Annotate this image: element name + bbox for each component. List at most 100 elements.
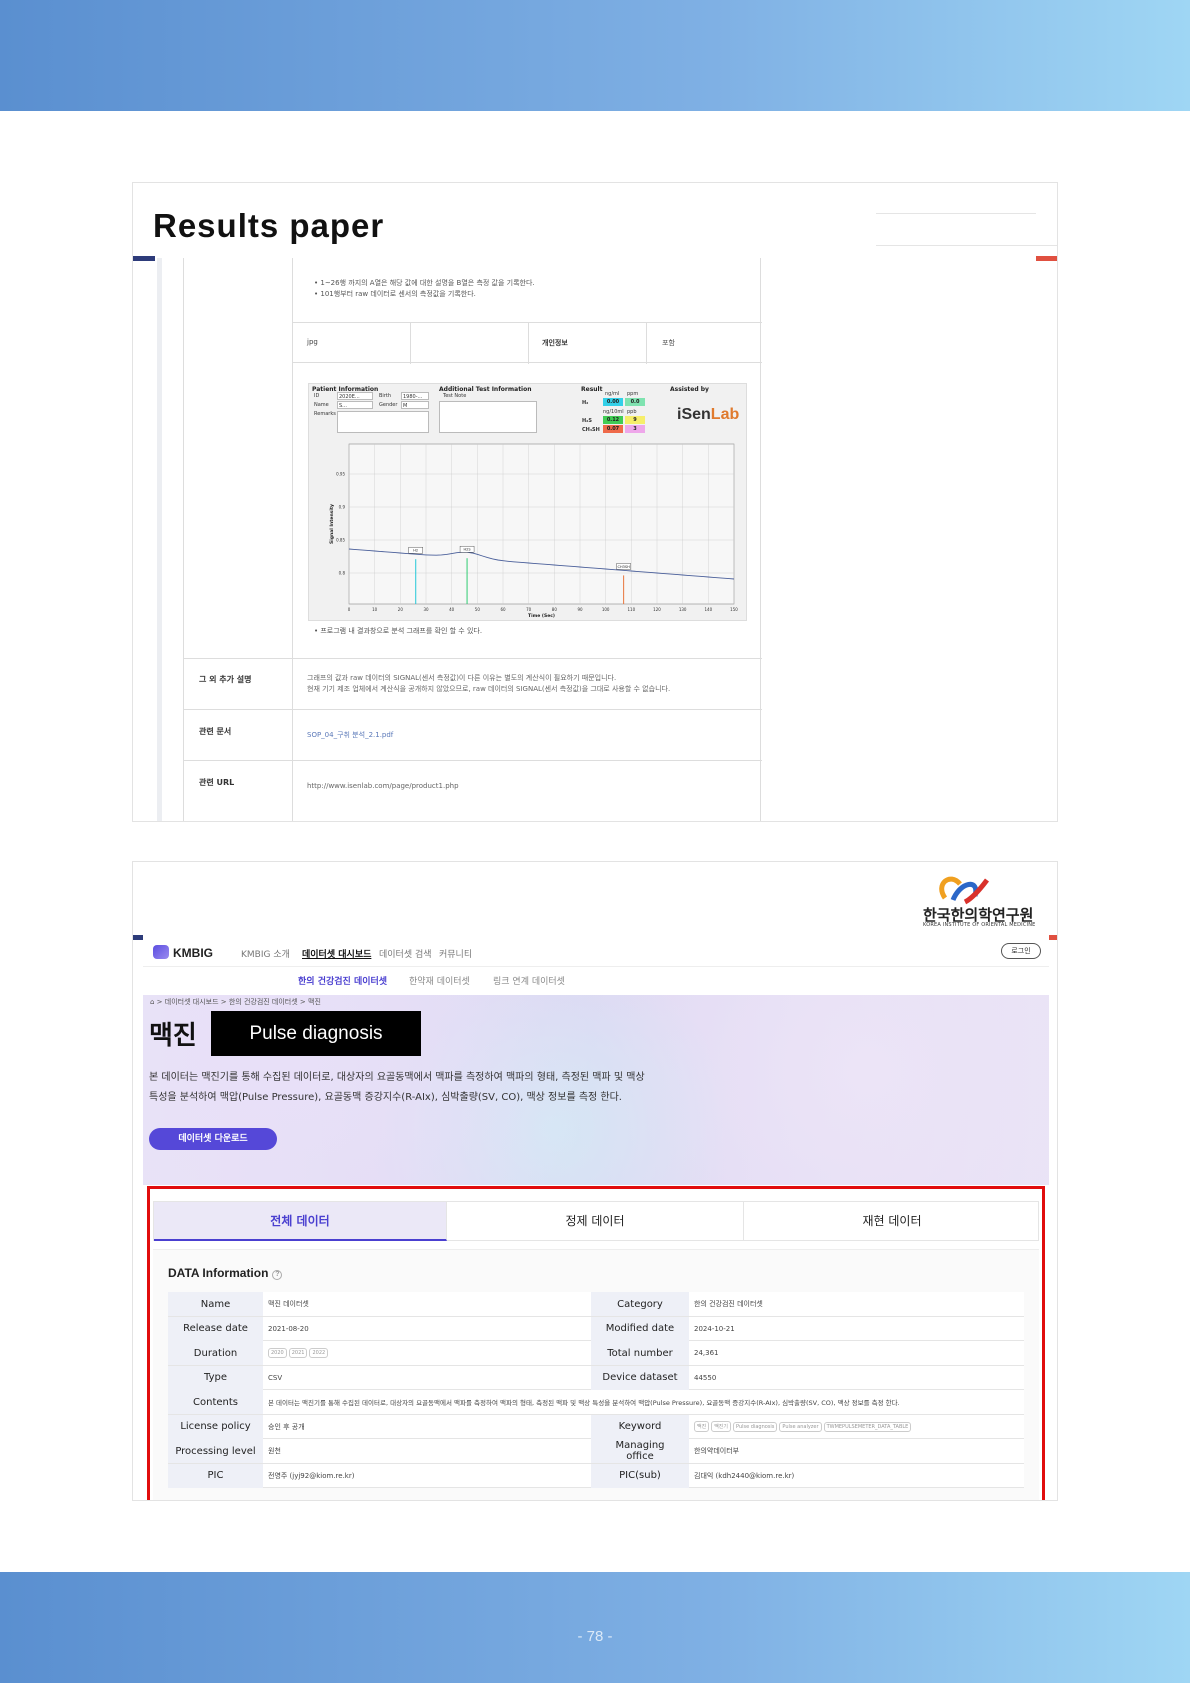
keyword-chip[interactable]: Pulse analyzer — [779, 1421, 822, 1432]
h2-value: 0.00 — [603, 398, 623, 406]
nav-item-search[interactable]: 데이터셋 검색 — [379, 947, 432, 960]
dataset-download-button[interactable]: 데이터셋 다운로드 — [149, 1128, 277, 1150]
tick-mark — [133, 256, 155, 261]
x-tick-label: 100 — [602, 607, 610, 612]
tab-refined-data[interactable]: 정제 데이터 — [447, 1202, 744, 1241]
duration-chip: 2021 — [288, 1348, 308, 1358]
keyword-chip[interactable]: 맥진 — [694, 1421, 710, 1432]
x-tick-label: 130 — [679, 607, 687, 612]
y-axis-label: Signal Intensity — [329, 504, 335, 544]
deco-line — [876, 245, 1057, 246]
table-row: Processing level 원천 Managing office 한의약데… — [168, 1439, 1024, 1464]
breadcrumb-path[interactable]: 데이터셋 대시보드 > 한의 건강검진 데이터셋 > 맥진 — [165, 998, 321, 1006]
dataset-description: 본 데이터는 맥진기를 통해 수집된 데이터로, 대상자의 요골동맥에서 맥파를… — [149, 1072, 645, 1103]
remarks-label: Remarks — [314, 411, 336, 417]
x-tick-label: 40 — [449, 607, 455, 612]
birth-label: Birth — [379, 393, 392, 399]
file-info-row: jpg 개인정보 포함 — [292, 322, 762, 364]
data-information-table: Name 맥진 데이터셋 Category 한의 건강검진 데이터셋 Relea… — [168, 1292, 1024, 1488]
x-tick-label: 110 — [628, 607, 636, 612]
subnav-linked[interactable]: 링크 연계 데이터셋 — [493, 974, 565, 987]
keyword-chip[interactable]: 맥진기 — [711, 1421, 732, 1432]
keyword-chip[interactable]: TWMEPULSEMETER_DATA_TABLE — [823, 1421, 912, 1432]
related-document-label: 관련 문서 — [199, 727, 232, 736]
plot-area — [348, 443, 735, 605]
test-note-box — [439, 401, 537, 433]
x-tick-label: 0 — [348, 607, 351, 612]
x-tick-label: 150 — [730, 607, 738, 612]
gender-label: Gender — [379, 402, 398, 408]
tab-all-data[interactable]: 전체 데이터 — [154, 1202, 447, 1241]
unit-label: ng/ml — [605, 391, 620, 397]
tick-mark — [1036, 256, 1057, 261]
kiom-name-english: KOREA INSTITUTE OF ORIENTAL MEDICINE — [923, 922, 1036, 928]
x-tick-label: 80 — [552, 607, 558, 612]
ch3sh-ppb: 3 — [625, 425, 645, 433]
h2-ppm: 0.0 — [625, 398, 645, 406]
subnav-herbal[interactable]: 한약재 데이터셋 — [409, 974, 470, 987]
personal-info-value: 포함 — [662, 339, 675, 347]
tick-mark — [1049, 935, 1057, 940]
related-url-link[interactable]: http://www.isenlab.com/page/product1.php — [307, 781, 459, 792]
data-tabs: 전체 데이터 정제 데이터 재현 데이터 — [153, 1201, 1039, 1241]
extra-description-label: 그 외 추가 설명 — [199, 675, 252, 684]
nav-item-community[interactable]: 커뮤니티 — [439, 947, 472, 960]
data-information-title: DATA Information? — [168, 1266, 283, 1280]
related-url-label: 관련 URL — [199, 778, 235, 787]
login-button[interactable]: 로그인 — [1001, 943, 1041, 959]
assisted-by-header: Assisted by — [670, 386, 709, 393]
extra-description-value: 그래프의 값과 raw 데이터의 SIGNAL(센서 측정값)이 다른 이유는 … — [307, 674, 671, 693]
keyword-chip[interactable]: Pulse diagnosis — [733, 1421, 778, 1432]
nav-item-about[interactable]: KMBIG 소개 — [241, 947, 290, 960]
nav-item-dashboard[interactable]: 데이터셋 대시보드 — [302, 947, 371, 960]
x-tick-label: 10 — [372, 607, 378, 612]
kmbig-logo[interactable]: KMBIG — [153, 945, 213, 960]
h2s-ppb: 9 — [625, 416, 645, 424]
document-page: 1~26행 까지의 A열은 해당 값에 대한 설명을 B열은 측정 값을 기록한… — [183, 258, 762, 821]
y-tick-label: 0.85 — [336, 538, 345, 543]
related-document-link[interactable]: SOP_04_구취 분석_2.1.pdf — [307, 730, 393, 741]
help-icon[interactable]: ? — [272, 1270, 283, 1280]
report-caption: 프로그램 내 결과창으로 분석 그래프를 확인 할 수 있다. — [314, 626, 482, 637]
subnav-health-checkup[interactable]: 한의 건강검진 데이터셋 — [298, 974, 387, 987]
top-banner — [0, 0, 1190, 111]
kmbig-logo-icon — [153, 945, 169, 959]
x-tick-label: 20 — [398, 607, 404, 612]
x-tick-label: 30 — [423, 607, 429, 612]
x-tick-label: 140 — [705, 607, 713, 612]
gender-value: M — [403, 403, 408, 409]
isenlab-logo: iSenLab — [677, 406, 740, 423]
peak-label: H2 — [413, 549, 418, 553]
name-label: Name — [314, 402, 329, 408]
peak-label: CH3SH — [618, 565, 631, 569]
breadcrumb: ⌂ > 데이터셋 대시보드 > 한의 건강검진 데이터셋 > 맥진 — [150, 998, 321, 1006]
birth-value: 1980-... — [403, 394, 423, 400]
h2s-value: 0.12 — [603, 416, 623, 424]
h2-label: H₂ — [582, 400, 589, 406]
caption-bullet: 프로그램 내 결과창으로 분석 그래프를 확인 할 수 있다. — [314, 626, 482, 637]
page-number: - 78 - — [577, 1628, 613, 1645]
table-row: Type CSV Device dataset 44550 — [168, 1365, 1024, 1390]
x-tick-label: 90 — [577, 607, 583, 612]
bullet-item: 101행부터 raw 데이터로 센서의 측정값을 기록한다. — [314, 289, 535, 300]
id-label: ID — [314, 393, 320, 399]
breath-analysis-report: Patient Information ID 2020E... Birth 19… — [308, 383, 747, 621]
kmbig-screenshot-panel: 한국한의학연구원 KOREA INSTITUTE OF ORIENTAL MED… — [132, 861, 1058, 1501]
home-icon[interactable]: ⌂ — [150, 998, 154, 1006]
x-tick-label: 120 — [653, 607, 661, 612]
data-information-section: DATA Information? Name 맥진 데이터셋 Category … — [153, 1249, 1039, 1500]
bullet-list: 1~26행 까지의 A열은 해당 값에 대한 설명을 B열은 측정 값을 기록한… — [314, 278, 535, 300]
page-title: 맥진 — [149, 1021, 197, 1051]
ch3sh-value: 0.07 — [603, 425, 623, 433]
file-format: jpg — [307, 338, 318, 346]
related-url-row: 관련 URL http://www.isenlab.com/page/produ… — [184, 760, 762, 821]
related-document-row: 관련 문서 SOP_04_구취 분석_2.1.pdf — [184, 709, 762, 760]
document-sidebar — [157, 258, 162, 821]
tab-reproduced-data[interactable]: 재현 데이터 — [744, 1202, 1040, 1241]
h2s-label: H₂S — [582, 418, 592, 424]
unit-label: ppb — [627, 409, 637, 415]
table-row: Name 맥진 데이터셋 Category 한의 건강검진 데이터셋 — [168, 1292, 1024, 1317]
y-tick-label: 0.9 — [339, 505, 346, 510]
y-tick-label: 0.8 — [339, 571, 346, 576]
id-value: 2020E... — [339, 394, 360, 400]
